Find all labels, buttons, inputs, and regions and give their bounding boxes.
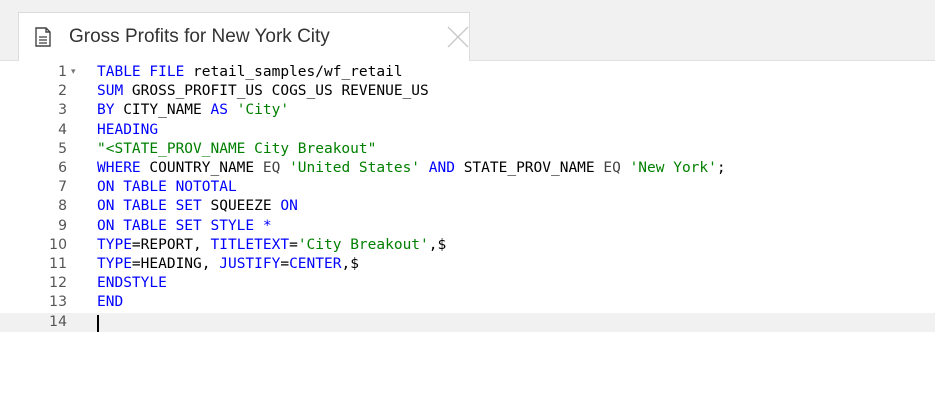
line-number: 10 bbox=[49, 236, 67, 253]
tab-title: Gross Profits for New York City bbox=[69, 26, 330, 47]
code-token: ON TABLE NOTOTAL bbox=[97, 179, 237, 196]
code-token: GROSS_PROFIT_US COGS_US REVENUE_US bbox=[123, 83, 429, 100]
code-token: TYPE bbox=[97, 236, 132, 253]
code-token: 'City Breakout' bbox=[297, 236, 429, 253]
code-text: ON TABLE SET STYLE * bbox=[97, 217, 272, 236]
code-token: =HEADING, bbox=[131, 256, 220, 272]
code-token: SUM bbox=[97, 83, 124, 100]
code-line[interactable]: 14 bbox=[0, 312, 935, 332]
code-line[interactable]: 13 END bbox=[0, 293, 935, 312]
code-token: =REPORT, bbox=[131, 236, 211, 253]
code-token: WHERE bbox=[97, 160, 141, 176]
code-token: TITLETEXT bbox=[210, 236, 290, 253]
code-line[interactable]: 12 ENDSTYLE bbox=[0, 274, 935, 293]
line-number: 1 bbox=[58, 64, 67, 80]
code-line[interactable]: 10 TYPE=REPORT, TITLETEXT='City Breakout'… bbox=[0, 236, 935, 255]
close-icon[interactable] bbox=[445, 24, 471, 50]
code-line[interactable]: 5 "<STATE_PROV_NAME City Breakout" bbox=[0, 140, 935, 159]
code-token: 'City' bbox=[236, 102, 290, 119]
document-icon bbox=[34, 27, 52, 47]
code-text: TYPE=REPORT, TITLETEXT='City Breakout',$ bbox=[97, 236, 446, 255]
code-token: JUSTIFY bbox=[219, 256, 281, 272]
code-token: 'United States' bbox=[289, 160, 421, 176]
code-line[interactable]: 3 BY CITY_NAME AS 'City' bbox=[0, 101, 935, 120]
code-token: ,$ bbox=[428, 236, 447, 253]
code-token: ON TABLE SET bbox=[97, 198, 202, 215]
code-area[interactable]: 1 ▾ TABLE FILE retail_samples/wf_retail 2 SU… bbox=[0, 61, 935, 398]
line-number: 14 bbox=[49, 313, 67, 330]
code-token: HEADING bbox=[97, 121, 159, 138]
code-text: SUM GROSS_PROFIT_US COGS_US REVENUE_US bbox=[97, 82, 429, 101]
line-number: 6 bbox=[58, 160, 67, 176]
code-token: CENTER bbox=[289, 256, 342, 272]
code-token: 'New York' bbox=[629, 160, 717, 176]
code-token: CITY_NAME bbox=[114, 102, 211, 119]
code-token: "<STATE_PROV_NAME City Breakout" bbox=[97, 140, 377, 157]
code-token: EQ bbox=[262, 160, 281, 176]
code-token: ; bbox=[716, 160, 726, 176]
code-token: COUNTRY_NAME bbox=[140, 160, 263, 176]
code-text: WHERE COUNTRY_NAME EQ 'United States' AN… bbox=[97, 159, 726, 178]
line-number: 13 bbox=[49, 294, 67, 311]
code-token: AND bbox=[428, 160, 455, 176]
tab-bar: Gross Profits for New York City bbox=[0, 0, 935, 61]
code-text: BY CITY_NAME AS 'City' bbox=[97, 101, 289, 120]
code-text: ON TABLE NOTOTAL bbox=[97, 178, 237, 197]
code-token: = bbox=[289, 236, 298, 253]
line-number: 9 bbox=[58, 217, 67, 234]
code-token: END bbox=[97, 294, 124, 311]
code-text: ENDSTYLE bbox=[97, 274, 167, 293]
code-token: ON bbox=[280, 198, 298, 215]
code-token: ENDSTYLE bbox=[97, 275, 167, 292]
code-token: ,$ bbox=[341, 256, 359, 272]
code-token: EQ bbox=[603, 160, 621, 176]
code-text: END bbox=[97, 293, 123, 312]
line-number: 8 bbox=[58, 198, 67, 215]
code-editor[interactable]: 1 ▾ TABLE FILE retail_samples/wf_retail 2 SU… bbox=[0, 61, 935, 398]
code-token: = bbox=[280, 256, 290, 272]
code-line[interactable]: 6 WHERE COUNTRY_NAME EQ 'United States' A… bbox=[0, 159, 935, 178]
code-text: TYPE=HEADING, JUSTIFY=CENTER,$ bbox=[97, 255, 359, 274]
line-number: 5 bbox=[58, 140, 67, 157]
line-number: 7 bbox=[58, 179, 67, 196]
code-token: AS bbox=[210, 102, 228, 119]
code-line[interactable]: 7 ON TABLE NOTOTAL bbox=[0, 178, 935, 197]
line-number: 11 bbox=[49, 256, 67, 272]
code-text: TABLE FILE retail_samples/wf_retail bbox=[97, 63, 403, 82]
tab-gross-profits[interactable]: Gross Profits for New York City bbox=[18, 12, 470, 61]
code-token: STATE_PROV_NAME bbox=[454, 160, 604, 176]
code-text: ON TABLE SET SQUEEZE ON bbox=[97, 197, 298, 216]
fold-toggle-icon[interactable]: ▾ bbox=[71, 63, 76, 82]
code-line[interactable]: 2 SUM GROSS_PROFIT_US COGS_US REVENUE_US bbox=[0, 82, 935, 101]
code-text: HEADING bbox=[97, 121, 158, 140]
line-number: 4 bbox=[58, 121, 67, 138]
line-number: 3 bbox=[58, 102, 67, 119]
code-line[interactable]: 9 ON TABLE SET STYLE * bbox=[0, 217, 935, 236]
text-cursor bbox=[97, 314, 99, 332]
code-line[interactable]: 11 TYPE=HEADING, JUSTIFY=CENTER,$ bbox=[0, 255, 935, 274]
code-token: SQUEEZE bbox=[201, 198, 281, 215]
line-number: 2 bbox=[58, 83, 67, 100]
code-line[interactable]: 4 HEADING bbox=[0, 121, 935, 140]
code-token: TABLE FILE bbox=[97, 64, 185, 80]
code-line[interactable]: 1 ▾ TABLE FILE retail_samples/wf_retail bbox=[0, 63, 935, 82]
code-line[interactable]: 8 ON TABLE SET SQUEEZE ON bbox=[0, 197, 935, 216]
code-text: "<STATE_PROV_NAME City Breakout" bbox=[97, 140, 376, 159]
code-token: retail_samples/wf_retail bbox=[184, 64, 403, 80]
line-number: 12 bbox=[49, 275, 67, 292]
code-token: ON TABLE SET STYLE * bbox=[97, 217, 272, 234]
code-token: BY bbox=[97, 102, 115, 119]
code-token: TYPE bbox=[97, 256, 132, 272]
